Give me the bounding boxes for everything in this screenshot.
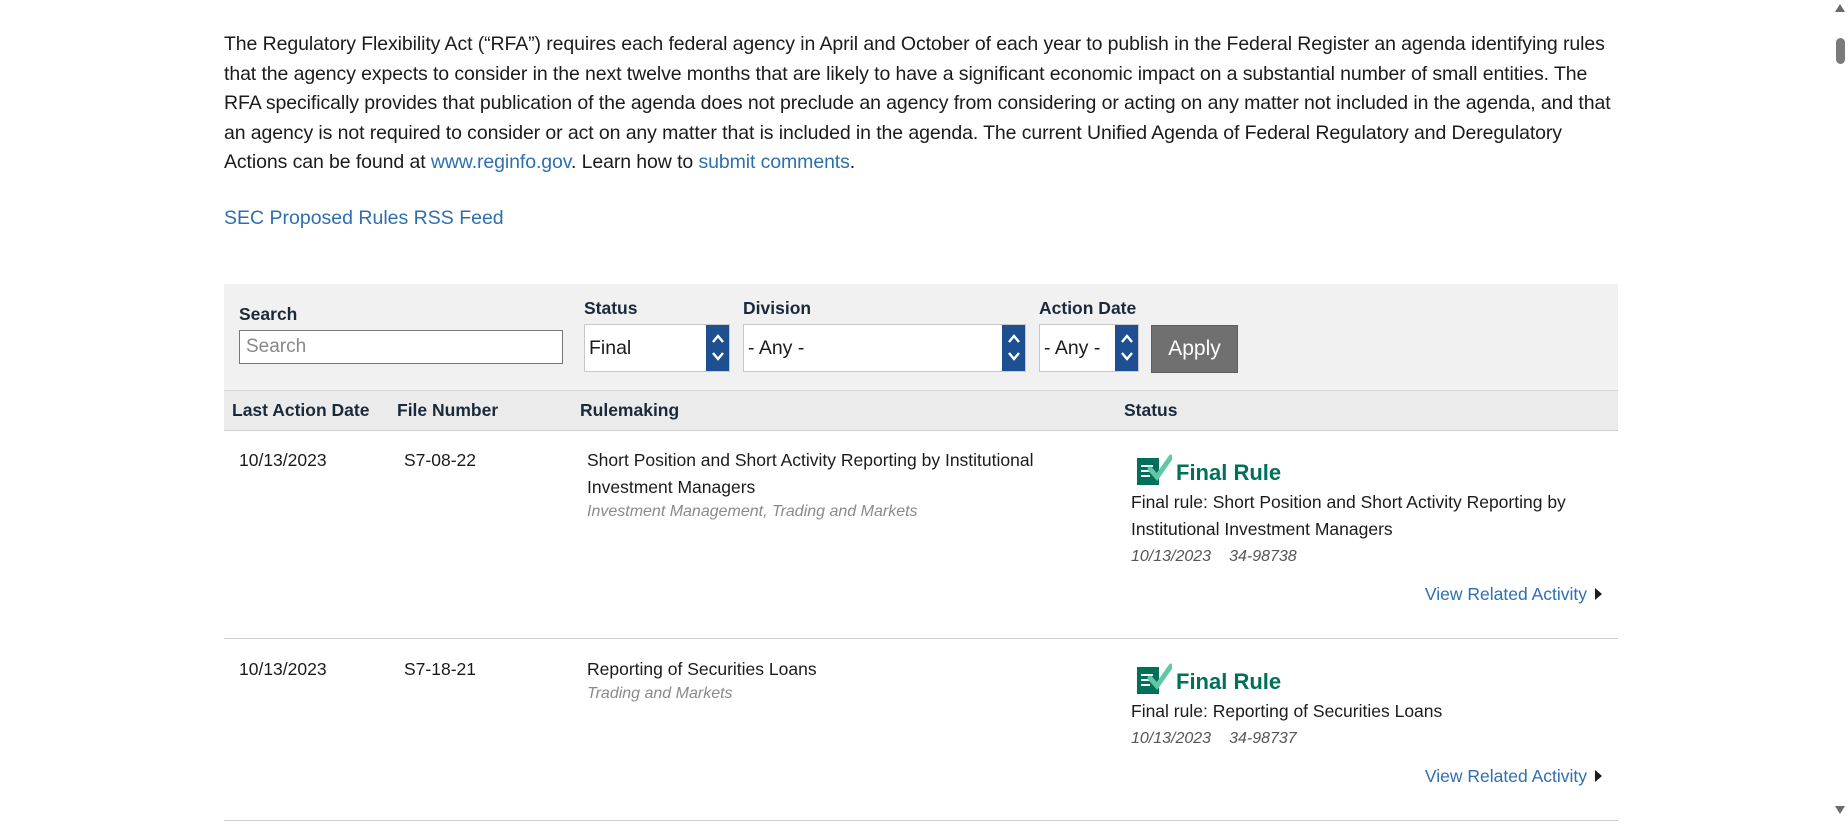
action-date-filter-label: Action Date bbox=[1039, 298, 1137, 318]
final-rule-document-check-icon bbox=[1136, 663, 1174, 700]
status-date: 10/13/2023 bbox=[1131, 548, 1212, 565]
status-label: Final Rule bbox=[1176, 668, 1282, 694]
view-related-activity-link[interactable]: View Related Activity bbox=[1425, 584, 1602, 605]
status-meta: 10/13/2023 34-98737 bbox=[1131, 730, 1297, 748]
intro-text-end: . bbox=[849, 151, 856, 173]
column-file-number[interactable]: File Number bbox=[397, 400, 498, 421]
up-down-chevron-icon bbox=[1002, 325, 1025, 371]
status-select-value: Final bbox=[589, 337, 632, 359]
action-date-select-value: - Any - bbox=[1044, 337, 1101, 359]
up-down-chevron-icon bbox=[1115, 325, 1138, 371]
column-status[interactable]: Status bbox=[1124, 400, 1177, 421]
view-related-activity-link[interactable]: View Related Activity bbox=[1425, 766, 1602, 787]
submit-comments-link[interactable]: submit comments bbox=[698, 151, 849, 173]
rss-feed-link[interactable]: SEC Proposed Rules RSS Feed bbox=[224, 207, 504, 230]
status-header: Final Rule bbox=[1136, 454, 1281, 491]
release-number: 34-98738 bbox=[1229, 548, 1297, 565]
status-description[interactable]: Final rule: Reporting of Securities Loan… bbox=[1131, 698, 1591, 725]
rulemaking-cell: Short Position and Short Activity Report… bbox=[587, 447, 1067, 521]
rfa-intro-paragraph: The Regulatory Flexibility Act (“RFA”) r… bbox=[224, 30, 1618, 178]
status-meta: 10/13/2023 34-98738 bbox=[1131, 548, 1297, 566]
table-row: 10/13/2023 S7-18-21 Reporting of Securit… bbox=[224, 639, 1618, 821]
caret-right-icon bbox=[1595, 766, 1602, 787]
rulemaking-cell: Reporting of Securities Loans Trading an… bbox=[587, 656, 1067, 703]
reginfo-link[interactable]: www.reginfo.gov bbox=[431, 151, 571, 173]
rulemaking-title[interactable]: Short Position and Short Activity Report… bbox=[587, 450, 1034, 497]
intro-text-middle: . Learn how to bbox=[570, 151, 694, 173]
status-header: Final Rule bbox=[1136, 663, 1281, 700]
status-label: Final Rule bbox=[1176, 459, 1282, 485]
intro-section: The Regulatory Flexibility Act (“RFA”) r… bbox=[224, 30, 1618, 230]
column-last-action-date[interactable]: Last Action Date bbox=[232, 400, 369, 421]
file-number: S7-18-21 bbox=[404, 659, 476, 679]
status-date: 10/13/2023 bbox=[1131, 730, 1212, 747]
release-number: 34-98737 bbox=[1229, 730, 1297, 747]
file-number: S7-08-22 bbox=[404, 450, 476, 470]
view-related-activity-label: View Related Activity bbox=[1424, 584, 1587, 604]
filter-bar: Search Status Final Division - Any - Act… bbox=[224, 284, 1618, 390]
rulemaking-title[interactable]: Reporting of Securities Loans bbox=[587, 659, 817, 679]
apply-button[interactable]: Apply bbox=[1151, 325, 1238, 373]
status-description[interactable]: Final rule: Short Position and Short Act… bbox=[1131, 489, 1591, 543]
status-select[interactable]: Final bbox=[584, 324, 730, 372]
division-tag: Trading and Markets bbox=[587, 685, 733, 702]
division-filter-label: Division bbox=[743, 298, 812, 318]
last-action-date: 10/13/2023 bbox=[239, 450, 327, 470]
view-related-activity-label: View Related Activity bbox=[1424, 766, 1587, 786]
caret-right-icon bbox=[1595, 584, 1602, 605]
table-header: Last Action Date File Number Rulemaking … bbox=[224, 390, 1618, 431]
up-down-chevron-icon bbox=[706, 325, 729, 371]
column-rulemaking[interactable]: Rulemaking bbox=[580, 400, 679, 421]
division-select[interactable]: - Any - bbox=[743, 324, 1026, 372]
search-label: Search bbox=[239, 304, 298, 324]
division-tag: Investment Management, Trading and Marke… bbox=[587, 503, 918, 520]
action-date-select[interactable]: - Any - bbox=[1039, 324, 1139, 372]
scrollbar-thumb[interactable] bbox=[1836, 38, 1845, 64]
scroll-up-arrow-icon[interactable] bbox=[1835, 4, 1845, 12]
table-row: 10/13/2023 S7-08-22 Short Position and S… bbox=[224, 430, 1618, 639]
status-filter-label: Status bbox=[584, 298, 638, 318]
search-input[interactable] bbox=[239, 330, 563, 364]
division-select-value: - Any - bbox=[748, 337, 805, 359]
scroll-down-arrow-icon[interactable] bbox=[1835, 806, 1845, 814]
last-action-date: 10/13/2023 bbox=[239, 659, 327, 679]
final-rule-document-check-icon bbox=[1136, 454, 1174, 491]
vertical-scrollbar[interactable] bbox=[1831, 0, 1848, 827]
